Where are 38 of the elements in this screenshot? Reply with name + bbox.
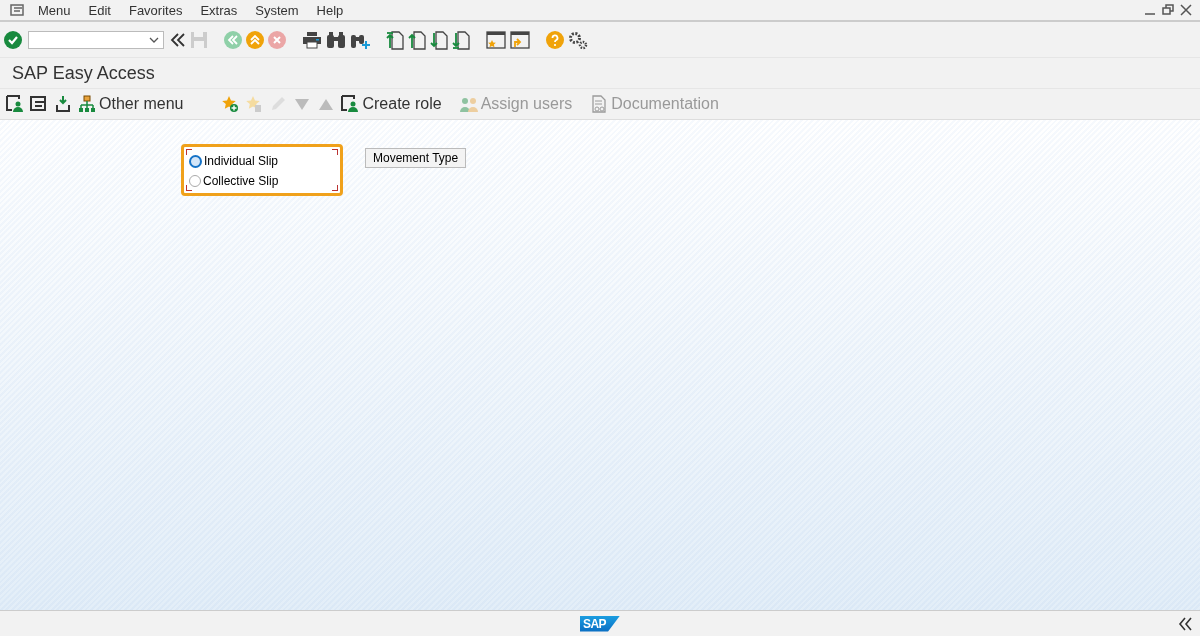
user-menu-icon[interactable] [6,95,24,113]
menu-item[interactable]: Favorites [128,2,183,18]
document-glasses-icon [590,95,609,113]
print-icon[interactable] [302,30,322,49]
radio-button[interactable] [189,175,201,187]
double-chevron-left-icon[interactable] [170,31,186,48]
screen-title: SAP Easy Access [12,62,155,84]
menu-item[interactable]: Help [316,2,344,18]
command-field[interactable] [28,30,164,49]
radio-button[interactable] [189,154,202,168]
sap-logo: SAP [579,615,621,632]
person-board-icon [341,95,360,113]
movement-type-button[interactable]: Movement Type [365,148,467,168]
toolbar-button[interactable]: Create role [341,95,454,113]
star-delete-icon[interactable] [245,95,264,113]
people-icon [459,95,478,113]
page-down-icon[interactable] [430,29,448,50]
radio-option[interactable]: Individual Slip [189,151,334,171]
menu-item[interactable]: System [255,2,299,18]
menu-edit-icon[interactable] [30,95,48,113]
download-tray-icon[interactable] [54,95,72,113]
toolbar-button[interactable]: Other menu [78,95,196,113]
page-up-icon[interactable] [408,29,426,50]
check-icon[interactable] [4,30,22,49]
page-down-last-icon[interactable] [452,29,470,50]
radio-option[interactable]: Collective Slip [189,171,334,191]
menu-item[interactable]: Menu [38,2,71,18]
menu-item[interactable]: Edit [88,2,111,18]
menu-item[interactable]: Extras [200,2,238,18]
menu-icon[interactable] [10,4,24,16]
page-up-first-icon[interactable] [386,29,404,50]
star-add-icon[interactable] [221,95,240,113]
restore-icon[interactable] [1162,4,1174,16]
double-chevron-left-icon[interactable] [1178,616,1194,631]
org-chart-icon [78,95,96,113]
binoculars-icon[interactable] [326,30,346,49]
close-icon[interactable] [1180,4,1192,16]
chevron-down-icon [149,36,159,43]
